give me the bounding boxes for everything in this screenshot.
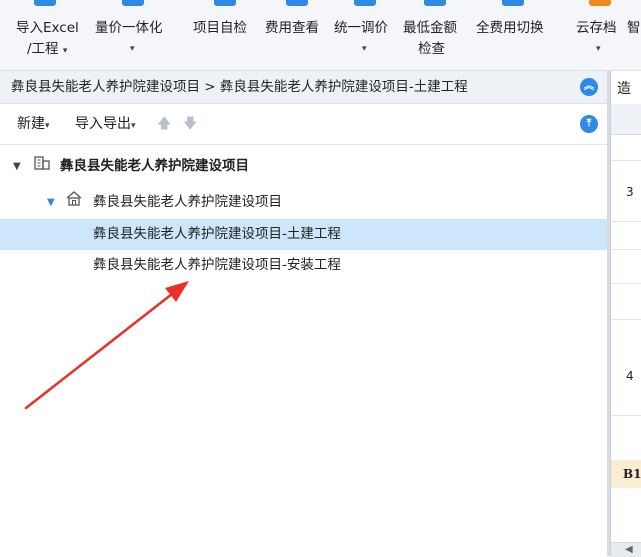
chevron-down-icon: ▾ (596, 44, 601, 54)
move-down-icon[interactable]: 🡇 (183, 104, 197, 144)
breadcrumb-path[interactable]: 彝良县失能老人养护院建设项目 > 彝良县失能老人养护院建设项目-土建工程 (11, 71, 468, 103)
row-divider (611, 415, 641, 416)
tree-node-single[interactable]: ▼ 彝良县失能老人养护院建设项目 (0, 187, 607, 218)
chevron-down-icon: ▾ (130, 44, 135, 54)
single-project-label: 彝良县失能老人养护院建设项目 (93, 194, 282, 210)
row-divider (611, 283, 641, 284)
self-check-icon (214, 0, 236, 6)
tree-node-unit-civil[interactable]: 彝良县失能老人养护院建设项目-土建工程 (0, 219, 607, 250)
pin-icon[interactable]: ⤒ (580, 115, 598, 133)
project-label: 彝良县失能老人养护院建设项目 (60, 158, 249, 174)
tree-node-unit-install[interactable]: 彝良县失能老人养护院建设项目-安装工程 (0, 250, 607, 281)
tree-node-project[interactable]: ▼ 彝良县失能老人养护院建设项目 (0, 151, 607, 182)
tab-cost[interactable]: 造 (617, 78, 631, 98)
fee-view-button[interactable]: 费用查看 (264, 0, 330, 70)
chevron-down-icon: ▾ (62, 46, 68, 56)
right-pane: 造 3 4 B1 ◀ (610, 71, 641, 557)
quantity-price-icon (122, 0, 144, 6)
row-number: 3 (626, 185, 634, 199)
row-divider (611, 249, 641, 250)
breadcrumb: 彝良县失能老人养护院建设项目 > 彝良县失能老人养护院建设项目-土建工程 ︽ (0, 71, 607, 104)
min-amount-check-button[interactable]: 最低金额 检查 (402, 0, 468, 70)
chevron-down-icon: ▾ (45, 121, 50, 131)
horizontal-scrollbar[interactable]: ◀ (611, 542, 641, 557)
full-fee-switch-icon (502, 0, 524, 6)
fee-view-icon (286, 0, 308, 6)
unified-price-adjust-button[interactable]: 统一调价 ▾ (334, 0, 398, 70)
row-number: 4 (626, 369, 634, 383)
collapse-triangle-icon[interactable]: ▼ (13, 151, 21, 182)
min-amount-icon (424, 0, 446, 6)
move-up-icon[interactable]: 🡅 (157, 104, 171, 144)
collapse-up-icon[interactable]: ︽ (580, 78, 598, 96)
table-header (611, 104, 641, 135)
project-toolbar: 新建▾ 导入导出▾ 🡅 🡇 ⤒ (0, 104, 607, 145)
row-divider (611, 160, 641, 161)
building-icon (33, 151, 51, 182)
row-divider (611, 319, 641, 320)
import-excel-button[interactable]: 导入Excel /工程 ▾ (0, 0, 86, 70)
unit-project-label: 彝良县失能老人养护院建设项目-安装工程 (93, 257, 341, 273)
scroll-left-icon[interactable]: ◀ (625, 544, 633, 555)
import-export-button[interactable]: 导入导出▾ (75, 104, 136, 146)
b1-row[interactable]: B1 (611, 460, 641, 488)
unit-project-label: 彝良县失能老人养护院建设项目-土建工程 (93, 226, 341, 242)
price-adjust-icon (354, 0, 376, 6)
smart-button[interactable]: 智 (626, 0, 641, 70)
full-fee-switch-button[interactable]: 全费用切换 (474, 0, 556, 70)
ribbon-toolbar: 导入Excel /工程 ▾ 量价一体化 ▾ 项目自检 费用查看 统一调价 ▾ 最… (0, 0, 641, 71)
project-tree: ▼ 彝良县失能老人养护院建设项目 ▼ 彝良县失能老人养护院建设项目 彝良县失能老… (0, 145, 607, 556)
row-divider (611, 221, 641, 222)
chevron-down-icon: ▾ (131, 121, 136, 131)
import-excel-icon (34, 0, 56, 6)
project-self-check-button[interactable]: 项目自检 (192, 0, 258, 70)
quantity-price-button[interactable]: 量价一体化 ▾ (92, 0, 178, 70)
house-icon (65, 187, 83, 218)
new-button[interactable]: 新建▾ (17, 104, 50, 146)
cloud-archive-icon (589, 0, 611, 6)
chevron-down-icon: ▾ (362, 44, 367, 54)
cloud-archive-button[interactable]: 云存档 ▾ (574, 0, 626, 70)
collapse-triangle-icon[interactable]: ▼ (47, 187, 55, 218)
